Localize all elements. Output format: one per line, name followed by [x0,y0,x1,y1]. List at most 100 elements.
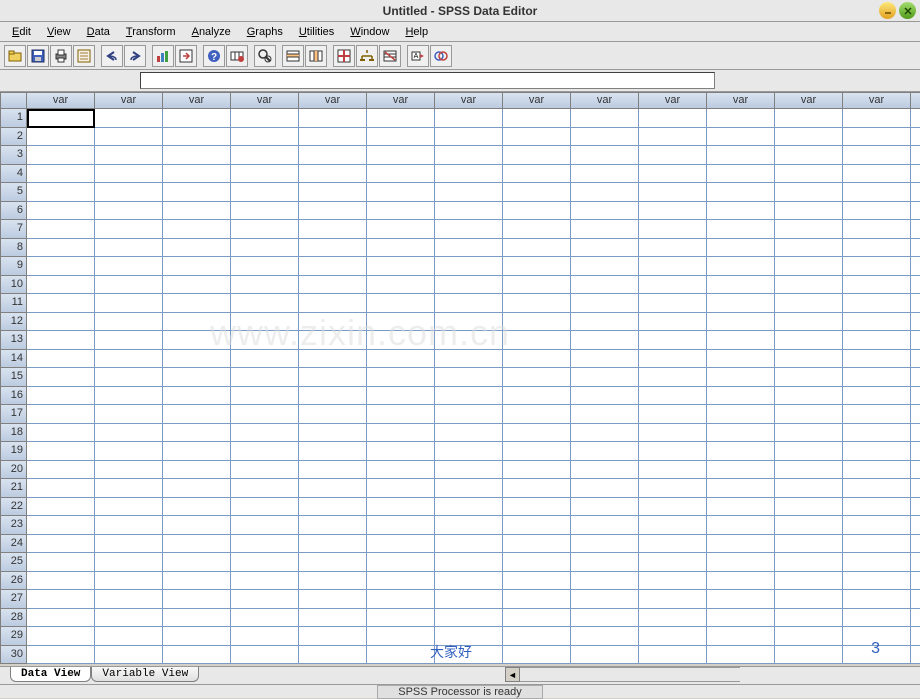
column-header[interactable]: var [95,92,163,109]
row-header[interactable]: 9 [0,257,27,276]
chart-button[interactable] [152,45,174,67]
cell[interactable] [775,350,843,369]
cell[interactable] [299,609,367,628]
cell[interactable] [95,387,163,406]
cell[interactable] [299,220,367,239]
column-header[interactable]: var [571,92,639,109]
cell[interactable] [95,479,163,498]
cell[interactable] [911,405,920,424]
cell[interactable] [299,313,367,332]
cell[interactable] [775,479,843,498]
cell[interactable] [707,183,775,202]
cell[interactable] [639,294,707,313]
cell[interactable] [775,313,843,332]
cell[interactable] [843,424,911,443]
cell[interactable] [231,183,299,202]
cell[interactable] [231,331,299,350]
scroll-track[interactable] [520,667,740,682]
row-header[interactable]: 7 [0,220,27,239]
cell[interactable] [639,146,707,165]
cell[interactable] [163,368,231,387]
cell[interactable] [503,239,571,258]
cell[interactable] [911,146,920,165]
scroll-left-button[interactable]: ◄ [505,667,520,682]
cell[interactable] [707,313,775,332]
cell[interactable] [843,257,911,276]
row-header[interactable]: 26 [0,572,27,591]
cell[interactable] [843,239,911,258]
row-header[interactable]: 23 [0,516,27,535]
cell[interactable] [435,442,503,461]
cell[interactable] [707,109,775,128]
cell[interactable] [775,424,843,443]
cell[interactable] [367,146,435,165]
cell[interactable] [27,424,95,443]
cell[interactable] [639,424,707,443]
cell[interactable] [95,109,163,128]
cell[interactable] [163,609,231,628]
row-header[interactable]: 11 [0,294,27,313]
cell[interactable] [503,350,571,369]
cell[interactable] [367,350,435,369]
cell[interactable] [299,276,367,295]
cell[interactable] [27,331,95,350]
cell[interactable] [503,202,571,221]
undo-button[interactable] [101,45,123,67]
tab-variable-view[interactable]: Variable View [91,667,199,682]
recent-button[interactable] [73,45,95,67]
cell[interactable] [163,202,231,221]
row-header[interactable]: 27 [0,590,27,609]
cell[interactable] [435,220,503,239]
cell[interactable] [707,368,775,387]
cell[interactable] [435,627,503,646]
cell[interactable] [27,294,95,313]
cell[interactable] [435,331,503,350]
cell[interactable] [639,128,707,147]
cell[interactable] [707,424,775,443]
cell[interactable] [27,461,95,480]
row-header[interactable]: 15 [0,368,27,387]
cell[interactable] [299,128,367,147]
cell[interactable] [503,572,571,591]
row-header[interactable]: 2 [0,128,27,147]
cell[interactable] [775,387,843,406]
column-header[interactable]: var [911,92,920,109]
row-header[interactable]: 25 [0,553,27,572]
cell[interactable] [27,553,95,572]
cell[interactable] [367,165,435,184]
cell[interactable] [707,202,775,221]
cell[interactable] [435,387,503,406]
menu-graphs[interactable]: Graphs [239,24,291,40]
cell[interactable] [571,294,639,313]
cell[interactable] [299,424,367,443]
cell[interactable] [163,220,231,239]
cell[interactable] [775,128,843,147]
cell[interactable] [299,590,367,609]
cell[interactable] [163,128,231,147]
column-header[interactable]: var [163,92,231,109]
cell[interactable] [911,239,920,258]
cell[interactable] [27,516,95,535]
row-header[interactable]: 22 [0,498,27,517]
cell[interactable] [299,109,367,128]
cell[interactable] [163,461,231,480]
cell[interactable] [639,479,707,498]
cell[interactable] [367,109,435,128]
cell[interactable] [503,128,571,147]
cell[interactable] [231,146,299,165]
cell[interactable] [163,294,231,313]
cell[interactable] [231,646,299,665]
cell[interactable] [843,294,911,313]
cell[interactable] [911,257,920,276]
cell[interactable] [163,553,231,572]
cell[interactable] [95,572,163,591]
save-button[interactable] [27,45,49,67]
cell[interactable] [299,572,367,591]
cell[interactable] [95,220,163,239]
cell[interactable] [163,479,231,498]
cell[interactable] [911,553,920,572]
cell[interactable] [367,516,435,535]
cell[interactable] [571,387,639,406]
cell[interactable] [911,183,920,202]
cell[interactable] [639,276,707,295]
